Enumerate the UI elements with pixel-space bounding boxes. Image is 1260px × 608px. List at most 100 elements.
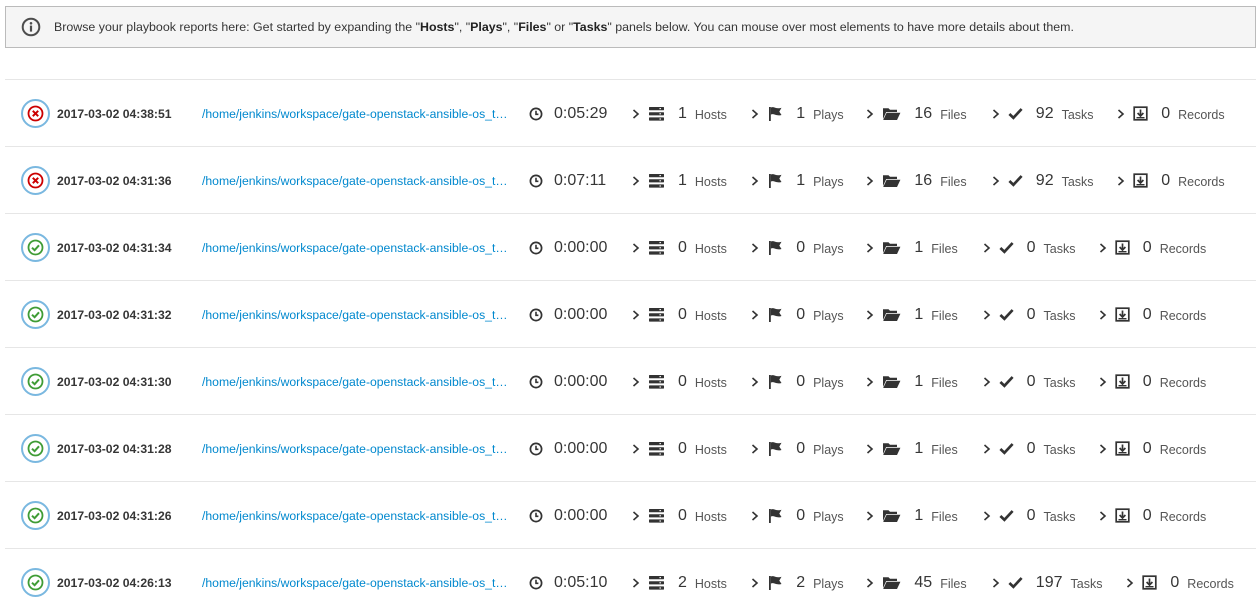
files-stat[interactable]: 1 Files bbox=[866, 348, 958, 415]
playbook-path-link[interactable]: /home/jenkins/workspace/gate-openstack-a… bbox=[202, 214, 513, 281]
status-icon bbox=[21, 568, 50, 597]
playbook-path-link[interactable]: /home/jenkins/workspace/gate-openstack-a… bbox=[202, 147, 513, 214]
hosts-label: Hosts bbox=[694, 175, 727, 189]
tasks-stat[interactable]: 0 Tasks bbox=[983, 415, 1076, 482]
tasks-stat[interactable]: 197 Tasks bbox=[992, 549, 1103, 608]
hosts-stat[interactable]: 1 Hosts bbox=[632, 80, 727, 147]
hosts-icon bbox=[648, 106, 665, 122]
records-count: 0 bbox=[1142, 506, 1152, 524]
playbook-path-text[interactable]: /home/jenkins/workspace/gate-openstack-a… bbox=[202, 241, 513, 255]
hosts-stat[interactable]: 1 Hosts bbox=[632, 147, 727, 214]
playbook-path-link[interactable]: /home/jenkins/workspace/gate-openstack-a… bbox=[202, 482, 513, 549]
playbook-row[interactable]: 2017-03-02 04:31:32 /home/jenkins/worksp… bbox=[5, 280, 1256, 347]
chevron-right-icon bbox=[632, 577, 640, 588]
plays-icon bbox=[767, 374, 783, 390]
plays-stat[interactable]: 1 Plays bbox=[751, 147, 844, 214]
files-label: Files bbox=[940, 175, 967, 189]
playbook-path-text[interactable]: /home/jenkins/workspace/gate-openstack-a… bbox=[202, 442, 513, 456]
clock-icon bbox=[529, 174, 543, 187]
tasks-label: Tasks bbox=[1043, 510, 1076, 524]
chevron-right-icon bbox=[751, 510, 759, 521]
plays-stat[interactable]: 1 Plays bbox=[751, 80, 844, 147]
records-stat[interactable]: 0 Records bbox=[1099, 348, 1206, 415]
tasks-label: Tasks bbox=[1043, 443, 1076, 457]
playbook-path-text[interactable]: /home/jenkins/workspace/gate-openstack-a… bbox=[202, 107, 513, 121]
tasks-count: 0 bbox=[1026, 439, 1036, 457]
playbook-path-text[interactable]: /home/jenkins/workspace/gate-openstack-a… bbox=[202, 308, 513, 322]
playbook-path-text[interactable]: /home/jenkins/workspace/gate-openstack-a… bbox=[202, 576, 513, 590]
plays-stat[interactable]: 2 Plays bbox=[751, 549, 844, 608]
chevron-right-icon bbox=[751, 309, 759, 320]
records-stat[interactable]: 0 Records bbox=[1117, 147, 1225, 214]
hosts-stat[interactable]: 0 Hosts bbox=[632, 415, 727, 482]
records-stat[interactable]: 0 Records bbox=[1099, 214, 1206, 281]
records-stat[interactable]: 0 Records bbox=[1099, 482, 1206, 549]
records-stat[interactable]: 0 Records bbox=[1126, 549, 1234, 608]
hosts-stat[interactable]: 0 Hosts bbox=[632, 281, 727, 348]
records-label: Records bbox=[1159, 510, 1207, 524]
playbook-date: 2017-03-02 04:31:34 bbox=[57, 240, 172, 255]
hosts-stat[interactable]: 0 Hosts bbox=[632, 482, 727, 549]
records-stat[interactable]: 0 Records bbox=[1099, 281, 1206, 348]
files-stat[interactable]: 1 Files bbox=[866, 214, 958, 281]
tasks-stat[interactable]: 0 Tasks bbox=[983, 214, 1075, 281]
files-stat[interactable]: 1 Files bbox=[866, 415, 958, 482]
chevron-right-icon bbox=[983, 376, 991, 387]
tasks-keyword: Tasks bbox=[573, 20, 608, 34]
chevron-right-icon bbox=[992, 108, 1000, 119]
playbook-row[interactable]: 2017-03-02 04:31:34 /home/jenkins/worksp… bbox=[5, 213, 1256, 280]
chevron-right-icon bbox=[632, 443, 640, 454]
files-stat[interactable]: 1 Files bbox=[866, 281, 958, 348]
records-icon bbox=[1115, 374, 1130, 389]
plays-count: 1 bbox=[796, 171, 806, 189]
playbook-row[interactable]: 2017-03-02 04:38:51 /home/jenkins/worksp… bbox=[5, 79, 1256, 146]
info-banner: Browse your playbook reports here: Get s… bbox=[5, 6, 1256, 48]
tasks-stat[interactable]: 0 Tasks bbox=[983, 348, 1075, 415]
playbook-row[interactable]: 2017-03-02 04:31:30 /home/jenkins/worksp… bbox=[5, 347, 1256, 414]
files-label: Files bbox=[931, 510, 958, 524]
hosts-stat[interactable]: 0 Hosts bbox=[632, 348, 727, 415]
tasks-stat[interactable]: 0 Tasks bbox=[983, 281, 1075, 348]
playbook-path-text[interactable]: /home/jenkins/workspace/gate-openstack-a… bbox=[202, 375, 513, 389]
tasks-stat[interactable]: 0 Tasks bbox=[983, 482, 1076, 549]
tasks-stat[interactable]: 92 Tasks bbox=[992, 147, 1094, 214]
files-stat[interactable]: 1 Files bbox=[866, 482, 958, 549]
hosts-stat[interactable]: 2 Hosts bbox=[632, 549, 727, 608]
playbook-row[interactable]: 2017-03-02 04:31:26 /home/jenkins/worksp… bbox=[5, 481, 1256, 548]
hosts-count: 0 bbox=[678, 372, 687, 390]
playbook-path-link[interactable]: /home/jenkins/workspace/gate-openstack-a… bbox=[202, 348, 513, 415]
playbook-path-link[interactable]: /home/jenkins/workspace/gate-openstack-a… bbox=[202, 281, 513, 348]
records-stat[interactable]: 0 Records bbox=[1099, 415, 1206, 482]
plays-stat[interactable]: 0 Plays bbox=[751, 214, 844, 281]
plays-stat[interactable]: 0 Plays bbox=[751, 415, 844, 482]
playbook-path-link[interactable]: /home/jenkins/workspace/gate-openstack-a… bbox=[202, 415, 513, 482]
playbook-path-link[interactable]: /home/jenkins/workspace/gate-openstack-a… bbox=[202, 80, 513, 147]
files-label: Files bbox=[940, 577, 967, 591]
records-stat[interactable]: 0 Records bbox=[1117, 80, 1225, 147]
playbook-path-text[interactable]: /home/jenkins/workspace/gate-openstack-a… bbox=[202, 174, 513, 188]
chevron-right-icon bbox=[1099, 242, 1107, 253]
tasks-label: Tasks bbox=[1070, 577, 1103, 591]
plays-count: 0 bbox=[796, 372, 806, 390]
plays-stat[interactable]: 0 Plays bbox=[751, 482, 844, 549]
tasks-stat[interactable]: 92 Tasks bbox=[992, 80, 1094, 147]
success-icon bbox=[27, 574, 44, 591]
files-stat[interactable]: 16 Files bbox=[866, 80, 967, 147]
files-stat[interactable]: 16 Files bbox=[866, 147, 967, 214]
chevron-right-icon bbox=[866, 443, 874, 454]
files-icon bbox=[882, 508, 901, 523]
playbook-date: 2017-03-02 04:31:30 bbox=[57, 374, 172, 389]
chevron-right-icon bbox=[983, 510, 991, 521]
playbook-report-list: 2017-03-02 04:38:51 /home/jenkins/worksp… bbox=[5, 79, 1256, 608]
plays-stat[interactable]: 0 Plays bbox=[751, 348, 844, 415]
hosts-stat[interactable]: 0 Hosts bbox=[632, 214, 727, 281]
plays-label: Plays bbox=[813, 510, 844, 524]
plays-stat[interactable]: 0 Plays bbox=[751, 281, 844, 348]
playbook-row[interactable]: 2017-03-02 04:26:13 /home/jenkins/worksp… bbox=[5, 548, 1256, 608]
playbook-row[interactable]: 2017-03-02 04:31:36 /home/jenkins/worksp… bbox=[5, 146, 1256, 213]
playbook-path-link[interactable]: /home/jenkins/workspace/gate-openstack-a… bbox=[202, 549, 513, 608]
success-icon bbox=[27, 440, 44, 457]
files-stat[interactable]: 45 Files bbox=[866, 549, 967, 608]
playbook-row[interactable]: 2017-03-02 04:31:28 /home/jenkins/worksp… bbox=[5, 414, 1256, 481]
playbook-path-text[interactable]: /home/jenkins/workspace/gate-openstack-a… bbox=[202, 509, 513, 523]
